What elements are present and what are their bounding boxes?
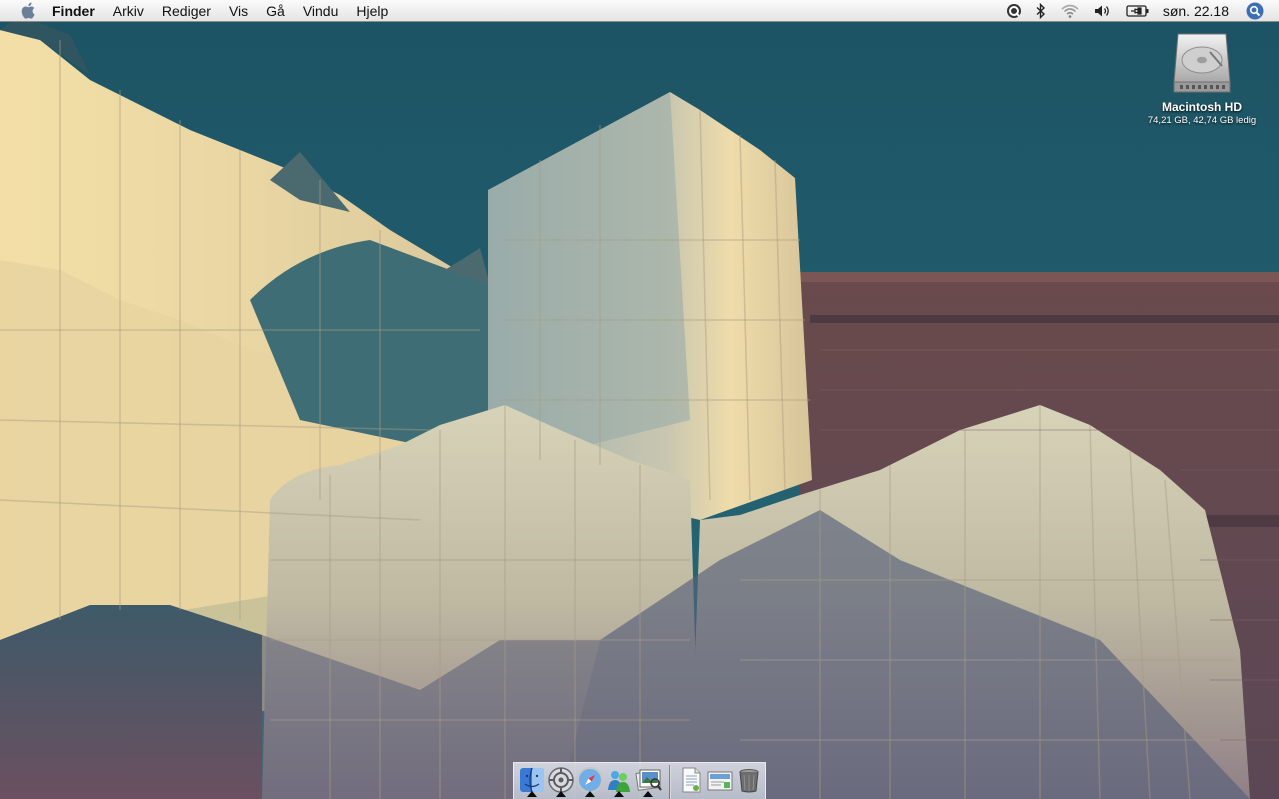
- preview-photos-icon: [635, 769, 662, 791]
- apple-menu-icon[interactable]: [18, 0, 38, 22]
- menu-bar: Finder Arkiv Rediger Vis Gå Vindu Hjelp: [0, 0, 1279, 22]
- dock-messenger[interactable]: [605, 766, 633, 797]
- menu-ga[interactable]: Gå: [257, 0, 294, 22]
- document-icon: [682, 767, 701, 793]
- desktop-icon-label: Macintosh HD: [1161, 100, 1242, 114]
- volume-icon[interactable]: [1094, 0, 1112, 22]
- running-indicator: [585, 791, 595, 797]
- bluetooth-icon[interactable]: [1036, 0, 1046, 22]
- desktop-icon-macintosh-hd[interactable]: Macintosh HD 74,21 GB, 42,74 GB ledig: [1140, 32, 1264, 126]
- dock-mail-document[interactable]: [706, 766, 734, 794]
- wifi-icon[interactable]: [1060, 0, 1080, 22]
- dock-trash[interactable]: [735, 766, 763, 794]
- running-indicator: [527, 791, 537, 797]
- running-indicator: [643, 791, 653, 797]
- dock-system-preferences[interactable]: [547, 766, 575, 797]
- wallpaper: [0, 0, 1279, 799]
- menu-app-finder[interactable]: Finder: [52, 0, 104, 22]
- system-preferences-icon: [548, 767, 574, 793]
- dock-safari[interactable]: [576, 766, 604, 797]
- desktop-icon-info: 74,21 GB, 42,74 GB ledig: [1147, 115, 1257, 126]
- quicktime-icon[interactable]: [1006, 0, 1022, 22]
- finder-icon: [520, 767, 544, 793]
- hard-drive-icon: [1172, 32, 1232, 94]
- mail-document-icon: [707, 771, 733, 791]
- trash-icon: [739, 769, 759, 793]
- menu-vindu[interactable]: Vindu: [294, 0, 348, 22]
- running-indicator: [614, 791, 624, 797]
- messenger-buddies-icon: [608, 771, 630, 792]
- dock-document[interactable]: [677, 766, 705, 794]
- dock-finder[interactable]: [518, 766, 546, 797]
- spotlight-icon[interactable]: [1246, 0, 1264, 22]
- dock-separator: [669, 765, 671, 799]
- dock: [513, 762, 766, 799]
- safari-compass-icon: [577, 767, 603, 793]
- menu-clock[interactable]: søn. 22.18: [1163, 3, 1229, 19]
- menu-hjelp[interactable]: Hjelp: [347, 0, 397, 22]
- running-indicator: [556, 791, 566, 797]
- menu-rediger[interactable]: Rediger: [153, 0, 220, 22]
- menu-vis[interactable]: Vis: [220, 0, 257, 22]
- desktop: Finder Arkiv Rediger Vis Gå Vindu Hjelp: [0, 0, 1279, 799]
- menu-arkiv[interactable]: Arkiv: [104, 0, 153, 22]
- battery-icon[interactable]: [1126, 0, 1150, 22]
- dock-preview[interactable]: [634, 766, 662, 797]
